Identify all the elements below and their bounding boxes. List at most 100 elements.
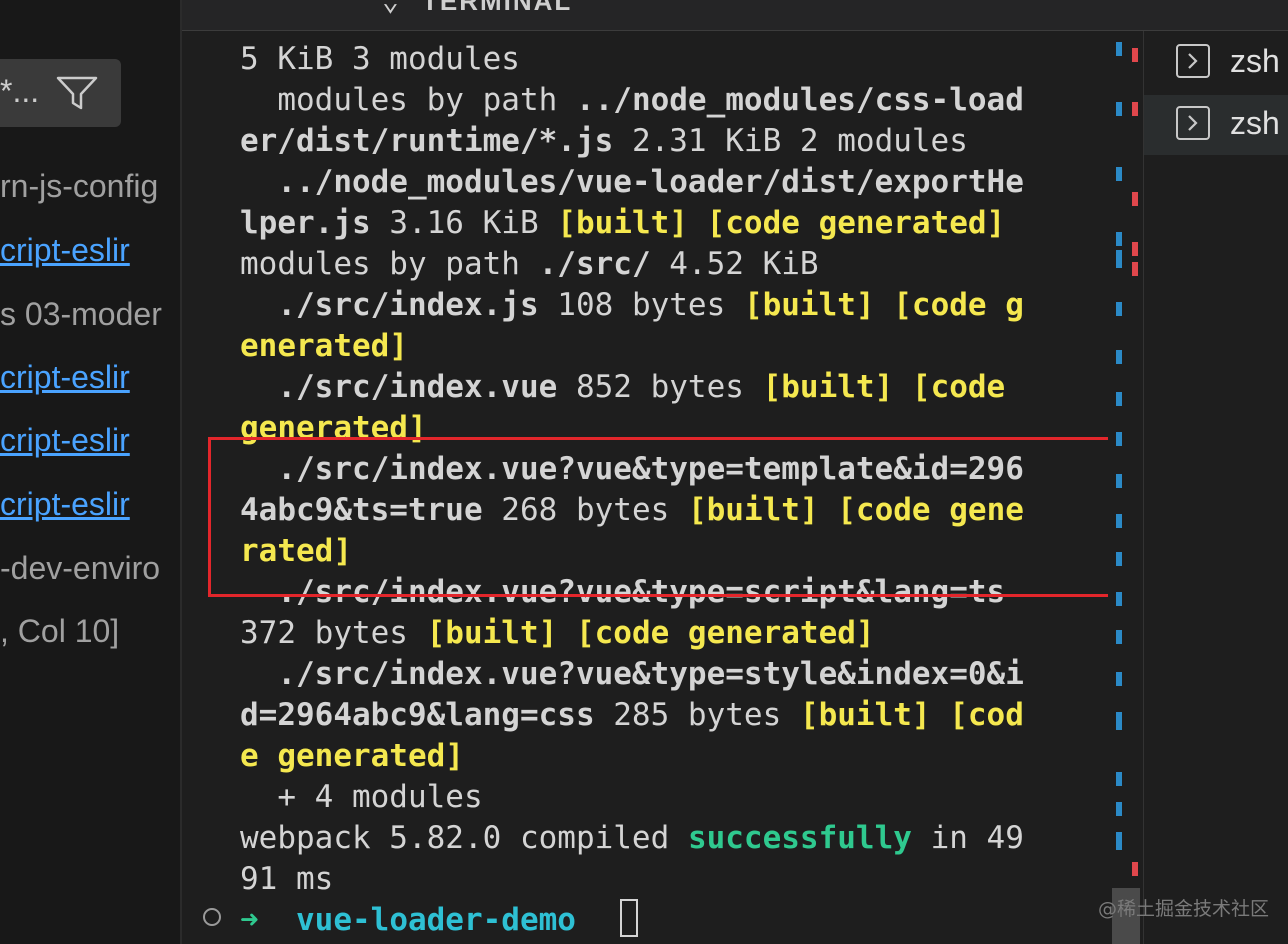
prompt-directory: vue-loader-demo xyxy=(296,902,576,938)
explorer-row[interactable]: -dev-enviro xyxy=(0,550,160,598)
ruler-mark xyxy=(1116,630,1122,644)
terminal-text: ../node_modules/vue-loader/dist/exportHe xyxy=(240,164,1024,200)
terminal-icon xyxy=(1176,44,1210,78)
terminal-line: d=2964abc9&lang=css 285 bytes [built] [c… xyxy=(240,695,1024,736)
ruler-mark xyxy=(1116,832,1122,850)
terminal-text: ../node_modules/css-load xyxy=(575,82,1024,118)
terminal-line: modules by path ../node_modules/css-load xyxy=(240,80,1024,121)
terminal-text: lper.js xyxy=(240,205,371,241)
terminal-text: 285 bytes xyxy=(594,697,800,733)
ruler-mark xyxy=(1116,350,1122,364)
terminal-tabs-list: zsh zsh xyxy=(1143,31,1288,944)
ruler-mark xyxy=(1116,474,1122,488)
terminal-text: 2.31 KiB 2 modules xyxy=(613,123,968,159)
ruler-mark xyxy=(1116,712,1122,730)
ruler-mark xyxy=(1116,772,1122,786)
terminal-text: 372 bytes xyxy=(240,615,427,651)
terminal-text: 852 bytes xyxy=(557,369,763,405)
explorer-row[interactable]: s 03-moder xyxy=(0,296,162,344)
terminal-text: ./src/index.vue?vue&type=style&index=0&i xyxy=(240,656,1024,692)
explorer-row[interactable]: cript-eslir xyxy=(0,359,130,407)
chevron-down-icon[interactable]: ⌄ xyxy=(382,0,399,17)
terminal-tab-1[interactable]: zsh xyxy=(1144,33,1288,93)
explorer-panel: *... rn-js-config cript-eslir s 03-moder cr… xyxy=(0,0,180,944)
terminal-title: TERMINAL xyxy=(422,0,573,16)
terminal-text: + 4 modules xyxy=(240,779,483,815)
prompt-arrow-icon: ➜ xyxy=(240,902,259,938)
ruler-mark xyxy=(1116,592,1122,606)
explorer-row[interactable]: cript-eslir xyxy=(0,422,130,470)
ruler-mark xyxy=(1132,192,1138,206)
terminal-line: webpack 5.82.0 compiled successfully in … xyxy=(240,818,1024,859)
explorer-row[interactable]: cript-eslir xyxy=(0,486,130,534)
ruler-mark xyxy=(1132,102,1138,116)
ruler-mark xyxy=(1116,302,1122,316)
prompt-line: ➜ vue-loader-demo xyxy=(240,900,576,941)
terminal-text: d=2964abc9&lang=css xyxy=(240,697,595,733)
terminal-line: lper.js 3.16 KiB [built] [code generated… xyxy=(240,203,1005,244)
terminal-line: 91 ms xyxy=(240,859,333,900)
ruler-mark xyxy=(1132,48,1138,62)
terminal-text: [built] [code generated] xyxy=(557,205,1006,241)
terminal-text: webpack 5.82.0 compiled xyxy=(240,820,688,856)
ruler-mark xyxy=(1116,42,1122,56)
terminal-text: 3.16 KiB xyxy=(370,205,558,241)
ruler-mark xyxy=(1116,392,1122,406)
terminal-text: ./src/ xyxy=(538,246,651,282)
terminal-line: ../node_modules/vue-loader/dist/exportHe xyxy=(240,162,1024,203)
terminal-text: 4.52 KiB xyxy=(650,246,819,282)
ruler-mark xyxy=(1116,232,1122,246)
terminal-line: ./src/index.js 108 bytes [built] [code g xyxy=(240,285,1024,326)
ruler-mark xyxy=(1116,102,1122,116)
terminal-tab-label: zsh xyxy=(1230,43,1280,79)
terminal-text: successfully xyxy=(687,820,912,856)
terminal-tab-label: zsh xyxy=(1230,105,1280,141)
ruler-mark xyxy=(1132,242,1138,256)
terminal-line: er/dist/runtime/*.js 2.31 KiB 2 modules xyxy=(240,121,968,162)
terminal-tab-2[interactable]: zsh xyxy=(1144,95,1288,155)
terminal-text: 108 bytes xyxy=(538,287,744,323)
terminal-text: 5 KiB 3 modules xyxy=(240,41,520,77)
filter-box[interactable]: *... xyxy=(0,59,121,127)
ruler-mark xyxy=(1116,432,1122,446)
terminal-line: e generated] xyxy=(240,736,464,777)
terminal-text: er/dist/runtime/*.js xyxy=(240,123,614,159)
terminal-text: ./src/index.js xyxy=(240,287,539,323)
terminal-text: [built] [code generated] xyxy=(426,615,875,651)
terminal-text: modules by path xyxy=(240,82,576,118)
terminal-line: modules by path ./src/ 4.52 KiB xyxy=(240,244,819,285)
terminal-panel-header: ⌄ TERMINAL xyxy=(182,0,1288,31)
ruler-mark xyxy=(1116,167,1122,181)
terminal-text: [built] [code xyxy=(762,369,1006,405)
ruler-mark xyxy=(1132,862,1138,876)
ruler-mark xyxy=(1116,552,1122,566)
terminal-text: in 49 xyxy=(911,820,1024,856)
terminal-text: [built] [code g xyxy=(743,287,1024,323)
terminal-text: 91 ms xyxy=(240,861,334,897)
terminal-cursor xyxy=(620,899,638,937)
terminal-line: ./src/index.vue 852 bytes [built] [code xyxy=(240,367,1005,408)
filter-placeholder: *... xyxy=(0,73,40,109)
ruler-mark xyxy=(1116,802,1122,816)
ruler-mark xyxy=(1116,672,1122,686)
terminal-line: 372 bytes [built] [code generated] xyxy=(240,613,875,654)
terminal-line: ./src/index.vue?vue&type=style&index=0&i xyxy=(240,654,1024,695)
overview-ruler xyxy=(1108,32,1142,944)
explorer-row[interactable]: , Col 10] xyxy=(0,613,119,661)
terminal-text: enerated] xyxy=(240,328,408,364)
terminal-text: modules by path xyxy=(240,246,539,282)
explorer-row[interactable]: cript-eslir xyxy=(0,232,130,280)
terminal-line: 5 KiB 3 modules xyxy=(240,39,520,80)
terminal-text: [built] [cod xyxy=(799,697,1024,733)
terminal-line: enerated] xyxy=(240,326,408,367)
prompt-status-icon xyxy=(203,908,221,926)
filter-icon[interactable] xyxy=(56,75,98,111)
ruler-mark xyxy=(1132,262,1138,276)
watermark: @稀土掘金技术社区 xyxy=(1098,898,1270,920)
ruler-mark xyxy=(1116,514,1122,528)
explorer-row[interactable]: rn-js-config xyxy=(0,168,158,216)
highlight-annotation-box xyxy=(208,437,1128,597)
ruler-mark xyxy=(1116,250,1122,268)
terminal-icon xyxy=(1176,106,1210,140)
terminal-line: + 4 modules xyxy=(240,777,483,818)
